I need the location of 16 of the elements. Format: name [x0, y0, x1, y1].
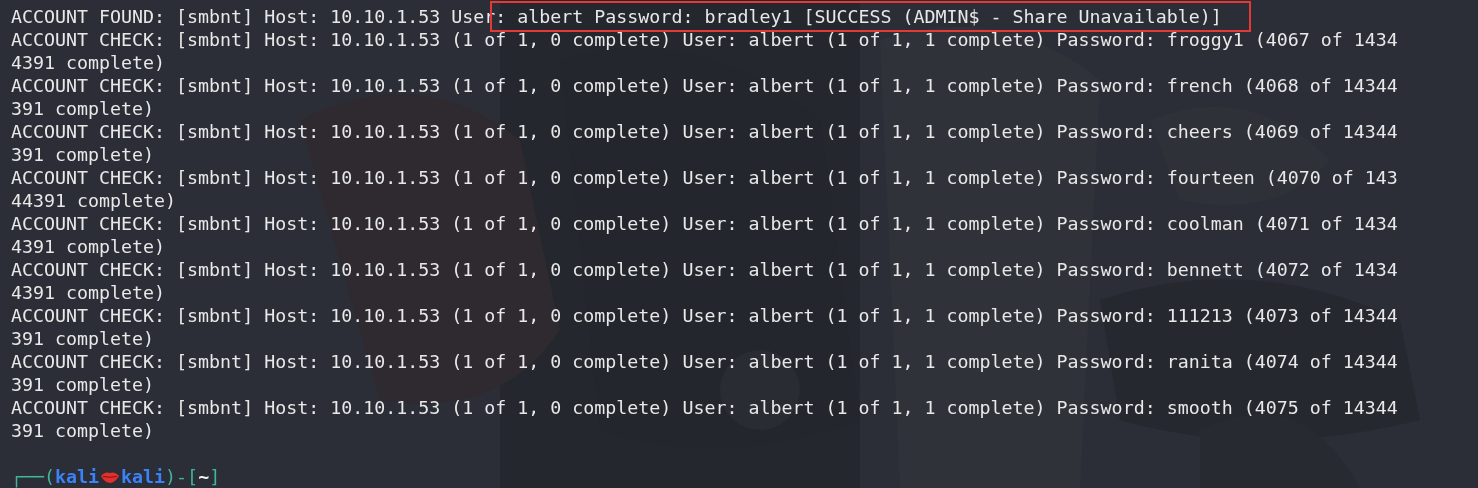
log-line: ACCOUNT CHECK: [smbnt] Host: 10.10.1.53 (1 of 1, 0 complete) User: albert (1 of 1, 1 complete) Password: fourteen (4070 of 14344391 complete) [11, 166, 1398, 212]
log-line: ACCOUNT CHECK: [smbnt] Host: 10.10.1.53 (1 of 1, 0 complete) User: albert (1 of 1, 1 complete) Password: french (4068 of 14344391 complete) [11, 74, 1398, 120]
log-line: ACCOUNT CHECK: [smbnt] Host: 10.10.1.53 (1 of 1, 0 complete) User: albert (1 of 1, 1 complete) Password: ranita (4074 of 14344391 complete) [11, 350, 1398, 396]
log-line: ACCOUNT CHECK: [smbnt] Host: 10.10.1.53 (1 of 1, 0 complete) User: albert (1 of 1, 1 complete) Password: cheers (4069 of 14344391 complete) [11, 120, 1398, 166]
log-line: ACCOUNT CHECK: [smbnt] Host: 10.10.1.53 (1 of 1, 0 complete) User: albert (1 of 1, 1 complete) Password: 111213 (4073 of 14344391 complete) [11, 304, 1398, 350]
log-line: ACCOUNT CHECK: [smbnt] Host: 10.10.1.53 (1 of 1, 0 complete) User: albert (1 of 1, 1 complete) Password: coolman (4071 of 14344391 complete) [11, 212, 1398, 258]
log-line: ACCOUNT CHECK: [smbnt] Host: 10.10.1.53 (1 of 1, 0 complete) User: albert (1 of 1, 1 complete) Password: smooth (4075 of 14344391 complete) [11, 396, 1398, 442]
prompt-path: ~ [198, 465, 210, 488]
lips-icon [101, 470, 120, 483]
prompt-bracket: ] [209, 465, 221, 488]
prompt-user: kali [55, 465, 100, 488]
prompt-bracket: )-[ [165, 465, 199, 488]
log-line: ACCOUNT CHECK: [smbnt] Host: 10.10.1.53 (1 of 1, 0 complete) User: albert (1 of 1, 1 complete) Password: froggy1 (4067 of 14344391 complete) [11, 28, 1398, 74]
prompt-host: kali [121, 465, 166, 488]
prompt-bracket: ┌──( [11, 465, 56, 488]
log-line: ACCOUNT CHECK: [smbnt] Host: 10.10.1.53 (1 of 1, 0 complete) User: albert (1 of 1, 1 complete) Password: bennett (4072 of 14344391 complete) [11, 258, 1398, 304]
